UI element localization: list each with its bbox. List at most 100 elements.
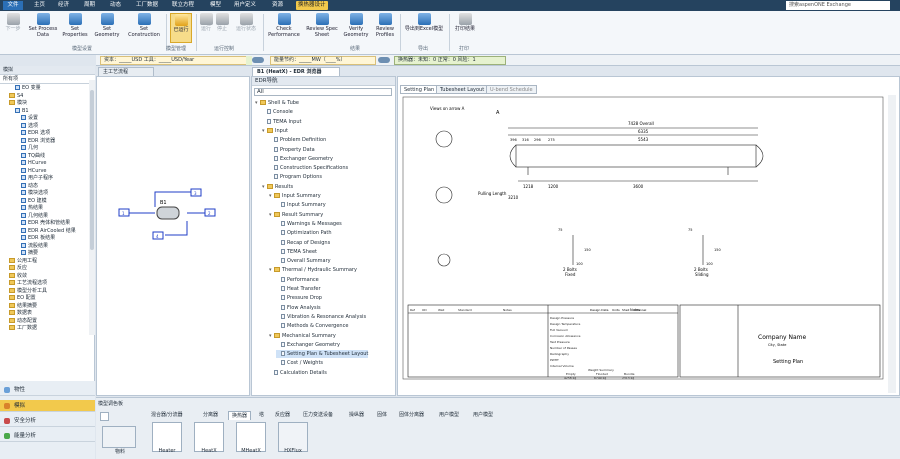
navigator-tree-item[interactable]: 选项 <box>0 122 38 130</box>
navigator-tree-item[interactable]: 模块 <box>0 100 27 107</box>
edr-tree-item[interactable]: Calculation Details <box>269 369 327 377</box>
nav-properties-button[interactable]: 物性 <box>0 384 95 396</box>
navigator-tree-item[interactable]: EDR 壳体和管结果 <box>0 220 70 227</box>
edr-tree-item[interactable]: Vibration & Resonance Analysis <box>276 313 366 321</box>
energy-toggle[interactable] <box>378 57 390 63</box>
edr-tree-item[interactable]: Exchanger Geometry <box>276 341 340 349</box>
palette-tab[interactable]: 固体 <box>374 411 390 420</box>
edr-tree-item[interactable]: Performance <box>276 276 319 284</box>
navigator-tree-item[interactable]: 模块选项 <box>0 190 48 197</box>
navigator-tree-item[interactable]: EO 变量 <box>0 85 41 92</box>
tab-u-bend-schedule[interactable]: U-bend Schedule <box>486 85 537 94</box>
navigator-tree-item[interactable]: 用户子程序 <box>0 175 53 182</box>
tab-tubesheet-layout[interactable]: Tubesheet Layout <box>436 85 489 94</box>
menu-file[interactable]: 文件 <box>3 1 23 10</box>
palette-tab[interactable]: 换热器 <box>228 411 252 420</box>
cost-indicator[interactable]: 资本：_____USD 工具：_____USD/Year <box>100 56 248 65</box>
navigator-tree-item[interactable]: TQ曲线 <box>0 152 45 160</box>
edr-tree-item[interactable]: TEMA Input <box>262 118 301 126</box>
navigator-tree-item[interactable]: 反应 <box>0 265 27 272</box>
material-stream-block[interactable] <box>102 426 136 448</box>
flowsheet-canvas[interactable]: B1 1 2 3 4 <box>96 76 250 396</box>
palette-tab[interactable]: 分离器 <box>200 411 221 420</box>
palette-tab[interactable]: 用户模型 <box>470 411 496 420</box>
nav-energy-button[interactable]: 能量分析 <box>0 430 95 442</box>
heatx-block-b1[interactable] <box>156 206 180 220</box>
palette-tab[interactable]: 固体分离器 <box>396 411 427 420</box>
menu-dynamics[interactable]: 动态 <box>108 1 123 10</box>
menu-economics[interactable]: 经济 <box>56 1 71 10</box>
check-performance-button[interactable]: Check Performance <box>266 13 302 38</box>
menu-exchanger-design[interactable]: 换热器设计 <box>296 1 328 10</box>
edr-tree-item[interactable]: Program Options <box>269 173 322 181</box>
review-profiles-button[interactable]: Review Profiles <box>372 13 398 38</box>
edr-tree-item[interactable]: Problem Definition <box>269 136 326 144</box>
set-geometry-button[interactable]: Set Geometry <box>92 13 122 38</box>
navigator-tree-item[interactable]: 热结果 <box>0 205 43 212</box>
navigator-scrollbar-thumb[interactable] <box>90 90 94 250</box>
edr-tree-item[interactable]: Setting Plan & Tubesheet Layout <box>276 350 369 359</box>
edr-tree-item[interactable]: Recap of Designs <box>276 239 330 247</box>
next-button[interactable]: 下一步 <box>3 13 23 32</box>
palette-tab[interactable]: 操纵器 <box>346 411 367 420</box>
edr-tree-item[interactable]: ▾ Thermal / Hydraulic Summary <box>269 266 357 274</box>
menu-cycle[interactable]: 周期 <box>82 1 97 10</box>
navigator-filter-select[interactable]: 所有项 <box>0 75 95 84</box>
run-status-active-button[interactable]: 已运行 <box>170 13 192 43</box>
edr-tree-item[interactable]: ▾ Input <box>262 127 288 135</box>
edr-tree-item[interactable]: Methods & Convergence <box>276 322 348 330</box>
navigator-tree-item[interactable]: EDR 浏览器 <box>0 137 55 145</box>
edr-tree-item[interactable]: Construction Specifications <box>269 164 348 172</box>
navigator-tree-item[interactable]: 模型分析工具 <box>0 287 47 295</box>
palette-tab[interactable]: 混合器/分流器 <box>148 411 186 420</box>
navigator-tree-item[interactable]: EO 建模 <box>0 197 47 205</box>
cost-toggle[interactable] <box>252 57 264 63</box>
tab-setting-plan[interactable]: Setting Plan <box>400 85 439 94</box>
edr-tree-item[interactable]: Overall Summary <box>276 257 331 265</box>
review-spec-sheet-button[interactable]: Review Spec Sheet <box>304 13 340 38</box>
set-process-data-button[interactable]: Set Process Data <box>27 13 59 38</box>
navigator-tree-item[interactable]: 工厂数据 <box>0 325 37 332</box>
navigator-tree-item[interactable]: 数据表 <box>0 310 32 317</box>
navigator-tree-item[interactable]: 几何 <box>0 145 38 152</box>
edr-tree-item[interactable]: Heat Transfer <box>276 285 321 293</box>
navigator-tree-item[interactable]: 收敛 <box>0 272 27 280</box>
navigator-tree-item[interactable]: 公用工程 <box>0 257 37 265</box>
edr-tree-item[interactable]: Console <box>262 108 293 116</box>
navigator-tree-item[interactable]: EDR 选项 <box>0 130 50 137</box>
edr-filter-select[interactable]: All <box>254 88 392 96</box>
tab-main-flowsheet[interactable]: 主工艺流程 <box>98 67 154 76</box>
navigator-tree-item[interactable]: S4 <box>0 92 23 100</box>
menu-user-defined[interactable]: 用户定义 <box>232 1 258 10</box>
menu-home[interactable]: 主页 <box>32 1 47 10</box>
edr-tree-item[interactable]: Cost / Weights <box>276 359 323 367</box>
navigator-tree-item[interactable]: HCurve <box>0 160 47 167</box>
print-results-button[interactable]: 打印结果 <box>452 13 478 32</box>
edr-tree-item[interactable]: ▾ Results <box>262 183 293 191</box>
navigator-tree-item[interactable]: 几何结果 <box>0 212 48 220</box>
select-mode-arrow[interactable] <box>100 412 109 421</box>
navigator-tree-item[interactable]: 流股结果 <box>0 242 48 250</box>
set-properties-button[interactable]: Set Properties <box>61 13 89 38</box>
edr-tree-item[interactable]: ▾ Result Summary <box>269 211 323 219</box>
navigator-tree-item[interactable]: EDR AirCooled 结果 <box>0 227 76 235</box>
nav-safety-button[interactable]: 安全分析 <box>0 415 95 427</box>
edr-tree-item[interactable]: Flow Analysis <box>276 304 321 312</box>
edr-tree-item[interactable]: ▾ Shell & Tube <box>255 99 299 107</box>
stop-button[interactable]: 停止 <box>215 13 229 32</box>
navigator-tree-item[interactable]: EDR 板结果 <box>0 235 55 242</box>
drawing-scrollbar[interactable] <box>888 95 896 393</box>
energy-indicator[interactable]: 能量节约：_____MW（____%） <box>270 56 376 65</box>
run-status-button[interactable]: 运行状态 <box>231 13 261 32</box>
navigator-tree-item[interactable]: HCurve <box>0 167 47 175</box>
navigator-tree-item[interactable]: 动态配置 <box>0 317 37 325</box>
set-construction-button[interactable]: Set Construction <box>125 13 163 38</box>
navigator-tree-item[interactable]: 结果摘要 <box>0 302 37 310</box>
stream-line[interactable] <box>165 221 188 236</box>
navigator-tree-item[interactable]: EO 配置 <box>0 295 36 302</box>
tab-edr-browser[interactable]: B1 (HeatX) - EDR 浏览器 <box>252 67 340 76</box>
menu-plant-data[interactable]: 工厂数据 <box>134 1 160 10</box>
navigator-tree-item[interactable]: B1 <box>0 107 29 115</box>
edr-tree-item[interactable]: Input Summary <box>276 201 326 209</box>
navigator-tree-item[interactable]: 摘要 <box>0 250 38 257</box>
